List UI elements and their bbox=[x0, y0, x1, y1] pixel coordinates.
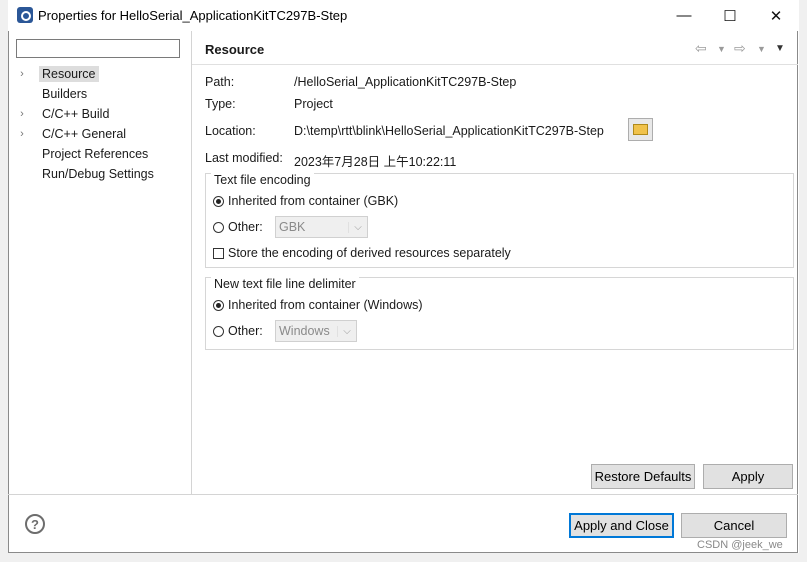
type-label: Type: bbox=[205, 97, 236, 111]
delimiter-inherited-label[interactable]: Inherited from container (Windows) bbox=[228, 298, 423, 312]
tree-item-cpp-build[interactable]: › C/C++ Build bbox=[16, 104, 112, 124]
store-encoding-label[interactable]: Store the encoding of derived resources … bbox=[228, 246, 511, 260]
location-value: D:\temp\rtt\blink\HelloSerial_Applicatio… bbox=[294, 124, 604, 138]
path-label: Path: bbox=[205, 75, 235, 89]
back-dropdown-icon[interactable]: ▼ bbox=[717, 44, 726, 62]
chevron-down-icon: ⌵ bbox=[348, 221, 367, 233]
window-title: Properties for HelloSerial_ApplicationKi… bbox=[38, 8, 348, 23]
radio-selected-icon[interactable] bbox=[213, 195, 224, 207]
folder-icon bbox=[633, 124, 648, 135]
chevron-down-icon: ⌵ bbox=[337, 325, 356, 337]
background-window-bottom bbox=[0, 553, 807, 562]
tree-item-builders[interactable]: Builders bbox=[16, 84, 90, 104]
help-icon[interactable]: ? bbox=[25, 514, 45, 534]
last-modified-label: Last modified: bbox=[205, 151, 283, 165]
forward-arrow-icon[interactable]: ⇨ bbox=[734, 40, 746, 58]
cancel-button[interactable]: Cancel bbox=[681, 513, 787, 538]
tree-item-label[interactable]: Project References bbox=[39, 146, 151, 162]
apply-button[interactable]: Apply bbox=[703, 464, 793, 489]
last-modified-value: 2023年7月28日 上午10:22:11 bbox=[294, 155, 457, 169]
path-value: /HelloSerial_ApplicationKitTC297B-Step bbox=[294, 75, 517, 89]
delimiter-other-label[interactable]: Other: bbox=[228, 324, 263, 338]
delimiter-inherited-option[interactable]: Inherited from container (Windows) bbox=[213, 298, 423, 312]
eclipse-app-icon bbox=[17, 7, 33, 23]
encoding-group-title: Text file encoding bbox=[211, 173, 314, 187]
checkbox-icon[interactable] bbox=[213, 247, 224, 259]
location-label: Location: bbox=[205, 124, 256, 138]
show-in-explorer-button[interactable] bbox=[628, 118, 653, 141]
delimiter-select[interactable]: Windows ⌵ bbox=[275, 320, 357, 342]
background-window-right bbox=[799, 0, 807, 562]
footer-divider bbox=[8, 494, 798, 495]
back-arrow-icon[interactable]: ⇦ bbox=[695, 40, 707, 58]
maximize-button[interactable]: ☐ bbox=[707, 0, 753, 31]
tree-item-project-references[interactable]: Project References bbox=[16, 144, 151, 164]
tree-item-resource[interactable]: › Resource bbox=[16, 64, 99, 84]
chevron-right-icon[interactable]: › bbox=[16, 108, 28, 120]
tree-item-label[interactable]: C/C++ General bbox=[39, 126, 129, 142]
apply-and-close-button[interactable]: Apply and Close bbox=[569, 513, 674, 538]
radio-unselected-icon[interactable] bbox=[213, 221, 224, 233]
encoding-select-value: GBK bbox=[279, 220, 306, 234]
radio-selected-icon[interactable] bbox=[213, 299, 224, 311]
tree-item-label[interactable]: Run/Debug Settings bbox=[39, 166, 157, 182]
close-button[interactable]: ✕ bbox=[753, 0, 799, 31]
store-encoding-option[interactable]: Store the encoding of derived resources … bbox=[213, 246, 511, 260]
encoding-other-option[interactable]: Other: bbox=[213, 220, 263, 234]
view-menu-icon[interactable]: ▼ bbox=[775, 43, 785, 61]
delimiter-group-title: New text file line delimiter bbox=[211, 277, 359, 291]
tree-item-label[interactable]: C/C++ Build bbox=[39, 106, 112, 122]
header-divider bbox=[192, 64, 798, 65]
forward-dropdown-icon[interactable]: ▼ bbox=[757, 44, 766, 62]
tree-item-label[interactable]: Resource bbox=[39, 66, 99, 82]
page-title: Resource bbox=[205, 42, 265, 57]
filter-input[interactable] bbox=[16, 39, 180, 58]
tree-item-label[interactable]: Builders bbox=[39, 86, 90, 102]
type-value: Project bbox=[294, 97, 333, 111]
delimiter-other-option[interactable]: Other: bbox=[213, 324, 263, 338]
delimiter-select-value: Windows bbox=[279, 324, 330, 338]
radio-unselected-icon[interactable] bbox=[213, 325, 224, 337]
encoding-inherited-label[interactable]: Inherited from container (GBK) bbox=[228, 194, 398, 208]
minimize-button[interactable]: — bbox=[661, 0, 707, 31]
encoding-select[interactable]: GBK ⌵ bbox=[275, 216, 368, 238]
chevron-right-icon[interactable]: › bbox=[16, 128, 28, 140]
watermark: CSDN @jeek_we bbox=[697, 539, 783, 551]
tree-item-run-debug-settings[interactable]: Run/Debug Settings bbox=[16, 164, 157, 184]
encoding-inherited-option[interactable]: Inherited from container (GBK) bbox=[213, 194, 398, 208]
restore-defaults-button[interactable]: Restore Defaults bbox=[591, 464, 695, 489]
chevron-right-icon[interactable]: › bbox=[16, 68, 28, 80]
encoding-other-label[interactable]: Other: bbox=[228, 220, 263, 234]
tree-item-cpp-general[interactable]: › C/C++ General bbox=[16, 124, 129, 144]
